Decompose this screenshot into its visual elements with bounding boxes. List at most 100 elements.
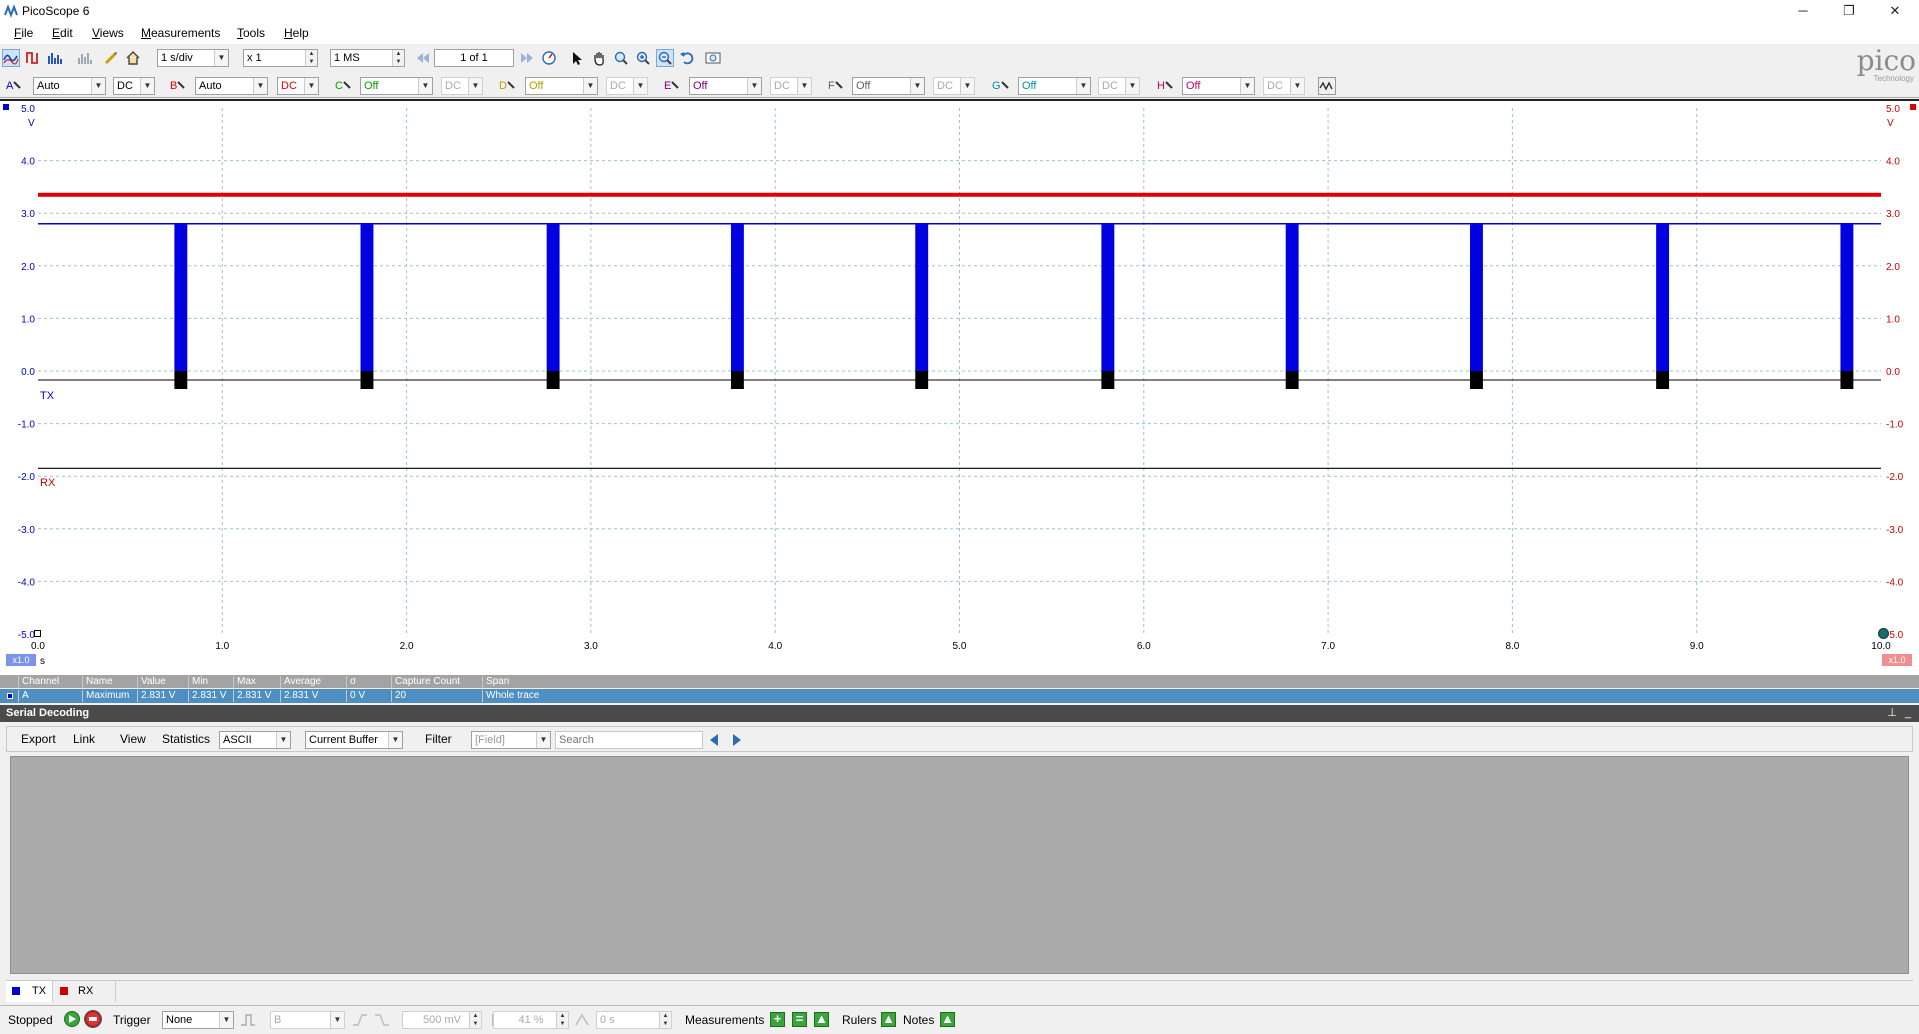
zoom-out-icon[interactable] [656, 49, 674, 67]
undo-zoom-icon[interactable] [678, 49, 696, 67]
search-next-icon[interactable] [730, 732, 744, 751]
channel-b-coupling-select[interactable]: DC ▼ [277, 77, 319, 95]
minimize-panel-icon[interactable]: _ [1905, 705, 1911, 722]
spectrum-mode-icon[interactable] [46, 49, 64, 67]
search-input[interactable] [555, 731, 703, 749]
start-icon[interactable] [64, 1011, 80, 1027]
persistence-mode-icon[interactable] [24, 49, 42, 67]
scope-graph[interactable]: 0.0 1.0 2.0 3.0 4.0 5.0 6.0 7.0 8.0 9.0 10.0 5.0 5.0… [0, 101, 1919, 677]
chevron-down-icon: ▼ [418, 78, 432, 94]
channel-b-range-select[interactable]: Auto ▼ [195, 77, 268, 95]
channel-f-coupling-select[interactable]: DC ▼ [933, 77, 975, 95]
next-buffer-icon[interactable] [518, 49, 536, 67]
trigger-source-select[interactable]: B ▼ [270, 1011, 345, 1029]
zoom-overview-icon[interactable] [704, 49, 722, 67]
channel-e-range-select[interactable]: Off ▼ [689, 77, 762, 95]
channel-e-button[interactable]: E [662, 77, 682, 95]
restore-button[interactable]: ❐ [1826, 0, 1872, 22]
view-button[interactable]: View [120, 732, 146, 746]
close-button[interactable]: ✕ [1872, 0, 1918, 22]
channel-b-axis-marker[interactable] [1910, 104, 1916, 110]
minimize-button[interactable]: ─ [1780, 0, 1826, 22]
link-button[interactable]: Link [73, 732, 95, 746]
add-measurement-icon[interactable]: + [770, 1012, 785, 1027]
scope-mode-icon[interactable] [2, 49, 20, 67]
channel-b-button[interactable]: B [168, 77, 188, 95]
channel-d-range-select[interactable]: Off ▼ [525, 77, 598, 95]
channel-c-button[interactable]: C [333, 77, 353, 95]
channel-a-button[interactable]: A [4, 77, 24, 95]
delete-measurement-icon[interactable]: ▲ [814, 1012, 829, 1027]
buffer-position-field[interactable]: 1 of 1 [434, 49, 514, 67]
channel-e-coupling-select[interactable]: DC ▼ [770, 77, 812, 95]
trigger-delay-spinner[interactable]: 0 s ▲ ▼ [596, 1011, 672, 1029]
ruler-handle-right[interactable] [1878, 628, 1889, 639]
home-icon[interactable] [124, 49, 142, 67]
tab-rx[interactable]: RX [54, 981, 116, 1002]
first-buffer-icon[interactable] [414, 49, 432, 67]
statistics-button[interactable]: Statistics [162, 732, 210, 746]
channel-h-coupling-select[interactable]: DC ▼ [1263, 77, 1305, 95]
channel-b-zoom-badge[interactable]: x1.0 [1882, 654, 1912, 666]
math-channels-icon[interactable] [76, 49, 94, 67]
menu-edit[interactable]: Edit [52, 26, 73, 40]
channel-h-range-select[interactable]: Off ▼ [1182, 77, 1255, 95]
probe-icon[interactable] [102, 49, 120, 67]
channel-d-coupling-select[interactable]: DC ▼ [606, 77, 648, 95]
stop-icon[interactable] [84, 1010, 102, 1028]
select-cursor-icon[interactable] [568, 49, 586, 67]
notes-toggle-icon[interactable]: ▲ [940, 1012, 955, 1027]
search-previous-icon[interactable] [707, 732, 721, 751]
trigger-mode-select[interactable]: None ▼ [162, 1011, 234, 1029]
buffer-select[interactable]: Current Buffer ▼ [305, 731, 403, 749]
channel-c-coupling-select[interactable]: DC ▼ [441, 77, 483, 95]
channel-a-zoom-badge[interactable]: x1.0 [6, 654, 36, 666]
filter-button[interactable]: Filter [425, 732, 452, 746]
channel-d-button[interactable]: D [497, 77, 517, 95]
trigger-threshold-spinner[interactable]: 500 mV ▲ ▼ [402, 1011, 482, 1029]
probe-icon [343, 81, 351, 89]
timebase-select[interactable]: 1 s/div ▼ [157, 49, 229, 67]
channel-a-range-select[interactable]: Auto ▼ [33, 77, 106, 95]
table-row[interactable]: A Maximum 2.831 V 2.831 V 2.831 V 2.831 … [0, 689, 1919, 703]
format-select[interactable]: ASCII ▼ [219, 731, 291, 749]
menu-help[interactable]: Help [284, 26, 309, 40]
pretrigger-spinner[interactable]: 41 % ▲ ▼ [493, 1011, 569, 1029]
falling-edge-icon[interactable] [374, 1012, 390, 1031]
edit-measurement-icon[interactable]: = [792, 1012, 807, 1027]
zoom-region-icon[interactable] [612, 49, 630, 67]
menu-views[interactable]: Views [92, 26, 124, 40]
pin-icon[interactable]: ⊥ [1887, 705, 1897, 722]
channel-h-button[interactable]: H [1155, 77, 1175, 95]
tab-tx[interactable]: TX [6, 981, 53, 1002]
channel-f-button[interactable]: F [826, 77, 846, 95]
channel-g-range-select[interactable]: Off ▼ [1018, 77, 1091, 95]
rising-edge-icon[interactable] [352, 1012, 368, 1031]
channel-c-range-select[interactable]: Off ▼ [360, 77, 433, 95]
menu-measurements[interactable]: Measurements [141, 26, 220, 40]
export-button[interactable]: Export [21, 732, 56, 746]
channel-g-button[interactable]: G [990, 77, 1010, 95]
hand-pan-icon[interactable] [590, 49, 608, 67]
compass-icon[interactable] [540, 49, 558, 67]
field-select[interactable]: [Field] ▼ [471, 731, 551, 749]
channel-a-axis-marker[interactable] [3, 104, 9, 110]
menu-file[interactable]: File [14, 26, 33, 40]
zoom-in-icon[interactable] [634, 49, 652, 67]
channel-f-range-select[interactable]: Off ▼ [852, 77, 925, 95]
y-tick-label-left: -3.0 [18, 525, 36, 536]
menu-tools[interactable]: Tools [237, 26, 265, 40]
channel-a-coupling-select[interactable]: DC ▼ [113, 77, 155, 95]
scope-view[interactable]: 0.0 1.0 2.0 3.0 4.0 5.0 6.0 7.0 8.0 9.0 10.0 5.0 5.0… [0, 99, 1919, 675]
trigger-settings-icon[interactable] [240, 1012, 256, 1031]
tx-color-swatch [12, 987, 20, 995]
zoom-spinner[interactable]: x 1 ▲ ▼ [243, 49, 318, 67]
channel-g-coupling-select[interactable]: DC ▼ [1098, 77, 1140, 95]
serial-decoding-table-area[interactable] [10, 756, 1909, 974]
samples-spinner[interactable]: 1 MS ▲ ▼ [330, 49, 405, 67]
y-tick-label-left: 1.0 [21, 314, 35, 325]
ruler-handle-left[interactable] [34, 630, 41, 637]
rulers-settings-icon[interactable]: ▲ [881, 1012, 896, 1027]
channel-options-icon[interactable] [1318, 77, 1336, 95]
post-trigger-delay-icon[interactable] [574, 1012, 590, 1031]
